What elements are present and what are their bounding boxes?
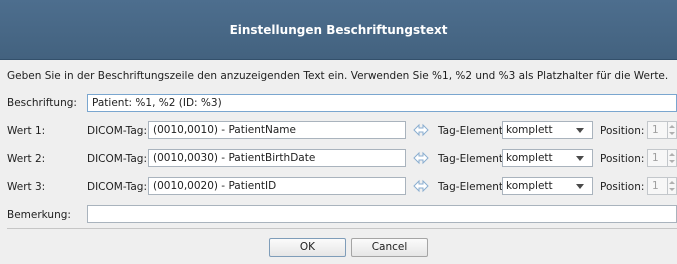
value3-position-value: 1 bbox=[652, 180, 659, 192]
dialog-content: Geben Sie in der Beschriftungszeile den … bbox=[0, 60, 677, 264]
value1-position-value: 1 bbox=[652, 124, 659, 136]
value2-position-label: Position: bbox=[600, 153, 645, 165]
value3-position-label: Position: bbox=[600, 181, 645, 193]
cancel-button[interactable]: Cancel bbox=[351, 238, 428, 257]
dialog-title: Einstellungen Beschriftungstext bbox=[229, 22, 448, 37]
value1-element-select[interactable]: komplett bbox=[502, 121, 593, 139]
caption-label: Beschriftung: bbox=[7, 97, 77, 109]
value2-tag-label: DICOM-Tag: bbox=[87, 153, 147, 165]
value2-element-select[interactable]: komplett bbox=[502, 149, 593, 167]
swap-arrows-icon[interactable] bbox=[412, 149, 430, 167]
instructions-text: Geben Sie in der Beschriftungszeile den … bbox=[7, 70, 669, 82]
value2-position-stepper[interactable]: 1 bbox=[647, 149, 677, 167]
value1-tag-label: DICOM-Tag: bbox=[87, 125, 147, 137]
value3-element-label: Tag-Element: bbox=[438, 181, 507, 193]
dialog-titlebar: Einstellungen Beschriftungstext bbox=[0, 0, 677, 60]
value3-element-value: komplett bbox=[506, 180, 553, 192]
value2-element-value: komplett bbox=[506, 152, 553, 164]
value1-element-label: Tag-Element: bbox=[438, 125, 507, 137]
chevron-down-icon bbox=[576, 128, 584, 133]
remark-input[interactable] bbox=[87, 205, 677, 223]
value3-tag-label: DICOM-Tag: bbox=[87, 181, 147, 193]
value3-tag-input[interactable]: (0010,0020) - PatientID bbox=[148, 177, 406, 195]
chevron-down-icon bbox=[576, 184, 584, 189]
divider bbox=[7, 228, 677, 229]
value2-tag-input[interactable]: (0010,0030) - PatientBirthDate bbox=[148, 149, 406, 167]
swap-arrows-icon[interactable] bbox=[412, 177, 430, 195]
value1-tag-input[interactable]: (0010,0010) - PatientName bbox=[148, 121, 406, 139]
value3-label: Wert 3: bbox=[7, 181, 46, 193]
value2-element-label: Tag-Element: bbox=[438, 153, 507, 165]
swap-arrows-icon[interactable] bbox=[412, 121, 430, 139]
remark-label: Bemerkung: bbox=[7, 209, 71, 221]
value1-position-label: Position: bbox=[600, 125, 645, 137]
ok-button[interactable]: OK bbox=[269, 238, 346, 257]
value2-label: Wert 2: bbox=[7, 153, 46, 165]
value3-position-stepper[interactable]: 1 bbox=[647, 177, 677, 195]
value1-position-stepper[interactable]: 1 bbox=[647, 121, 677, 139]
value3-element-select[interactable]: komplett bbox=[502, 177, 593, 195]
value2-position-value: 1 bbox=[652, 152, 659, 164]
chevron-down-icon bbox=[576, 156, 584, 161]
caption-input[interactable]: Patient: %1, %2 (ID: %3) bbox=[87, 94, 677, 112]
value1-label: Wert 1: bbox=[7, 125, 46, 137]
value1-element-value: komplett bbox=[506, 124, 553, 136]
